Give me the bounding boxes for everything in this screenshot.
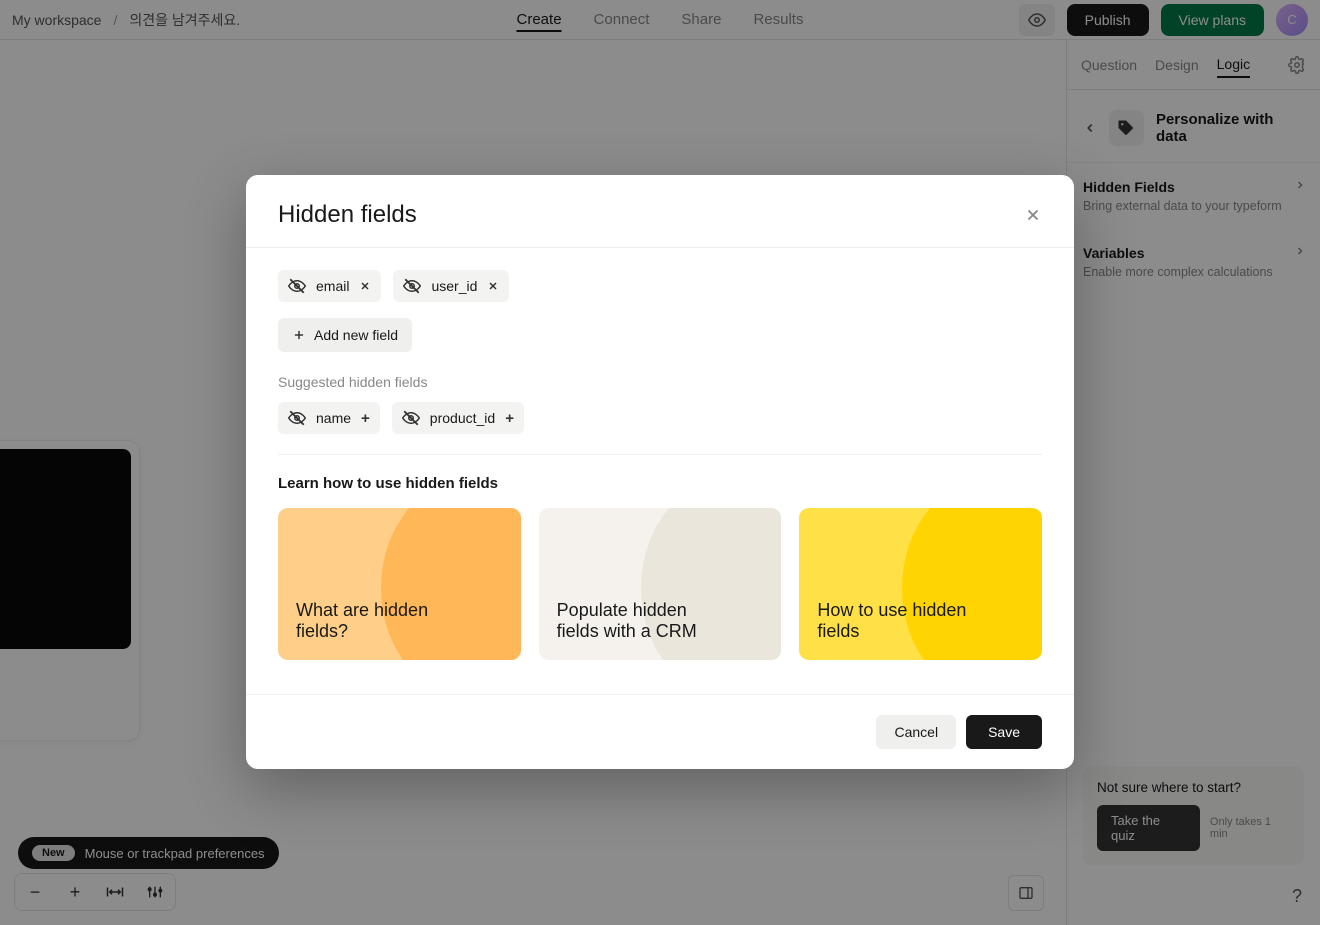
- save-button[interactable]: Save: [966, 715, 1042, 749]
- add-field-label: Add new field: [314, 327, 398, 343]
- field-chip-email: email: [278, 270, 381, 302]
- learn-card-text: Populate hidden fields with a CRM: [557, 600, 733, 642]
- learn-card-text: How to use hidden fields: [817, 600, 993, 642]
- close-icon: [487, 280, 499, 292]
- learn-cards-row: What are hidden fields? Populate hidden …: [278, 508, 1042, 686]
- remove-field-button[interactable]: [359, 280, 371, 292]
- close-icon: [359, 280, 371, 292]
- plus-icon: [292, 328, 306, 342]
- hidden-icon: [288, 277, 306, 295]
- current-fields-row: email user_id: [278, 270, 1042, 302]
- hidden-icon: [288, 409, 306, 427]
- suggested-chip-name: name +: [278, 402, 380, 434]
- learn-card-populate-crm[interactable]: Populate hidden fields with a CRM: [539, 508, 782, 660]
- suggested-label: Suggested hidden fields: [278, 374, 1042, 390]
- suggested-chip-product-id: product_id +: [392, 402, 524, 434]
- chip-label: product_id: [430, 410, 495, 426]
- remove-field-button[interactable]: [487, 280, 499, 292]
- cancel-button[interactable]: Cancel: [876, 715, 956, 749]
- add-suggested-button[interactable]: +: [361, 410, 370, 427]
- learn-card-how-to-use[interactable]: How to use hidden fields: [799, 508, 1042, 660]
- hidden-icon: [403, 277, 421, 295]
- field-chip-user-id: user_id: [393, 270, 509, 302]
- hidden-icon: [402, 409, 420, 427]
- modal-footer: Cancel Save: [246, 694, 1074, 769]
- add-suggested-button[interactable]: +: [505, 410, 514, 427]
- chip-label: user_id: [431, 278, 477, 294]
- chip-label: email: [316, 278, 349, 294]
- hidden-fields-modal: Hidden fields email user_id: [246, 175, 1074, 769]
- close-button[interactable]: [1024, 206, 1042, 224]
- modal-overlay[interactable]: Hidden fields email user_id: [0, 0, 1320, 925]
- chip-label: name: [316, 410, 351, 426]
- learn-card-what-are[interactable]: What are hidden fields?: [278, 508, 521, 660]
- add-new-field-button[interactable]: Add new field: [278, 318, 412, 352]
- close-icon: [1024, 206, 1042, 224]
- learn-title: Learn how to use hidden fields: [278, 475, 1042, 492]
- learn-card-text: What are hidden fields?: [296, 600, 472, 642]
- suggested-fields-row: name + product_id +: [278, 402, 1042, 434]
- modal-title: Hidden fields: [278, 201, 417, 229]
